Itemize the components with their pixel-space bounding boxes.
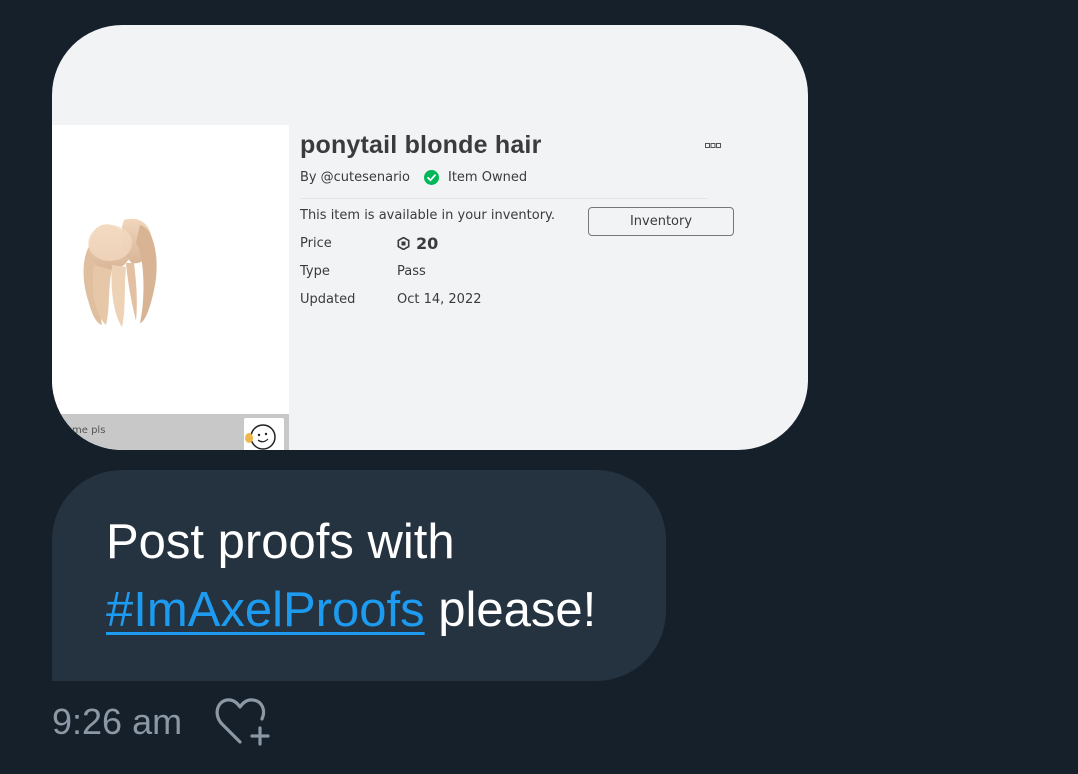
owned-label: Item Owned (448, 170, 528, 185)
inventory-button[interactable]: Inventory (588, 207, 734, 236)
robux-icon (397, 237, 410, 250)
message-line-1: Post proofs with (106, 515, 455, 569)
hashtag-link[interactable]: #ImAxelProofs (106, 583, 425, 637)
smiley-sticker-icon (244, 418, 284, 450)
creator-byline: By @cutesenario Item Owned (300, 170, 527, 185)
attached-image[interactable]: me pls ponytail blonde hair By @cutesena… (52, 25, 808, 450)
type-value: Pass (397, 264, 426, 279)
updated-value: Oct 14, 2022 (397, 292, 482, 307)
message-bubble: Post proofs with #ImAxelProofs please! (52, 470, 666, 681)
creator-link[interactable]: @cutesenario (321, 170, 410, 185)
price-amount: 20 (416, 234, 439, 253)
item-title: ponytail blonde hair (300, 131, 542, 159)
add-reaction-heart-icon[interactable] (212, 694, 274, 750)
type-label: Type (300, 264, 330, 279)
updated-label: Updated (300, 292, 356, 307)
message-timestamp: 9:26 am (52, 701, 183, 742)
owned-check-icon (424, 170, 439, 185)
thumbnail-caption: me pls (72, 425, 106, 436)
item-thumbnail: me pls (52, 125, 289, 450)
thumbnail-footer: me pls (52, 414, 289, 450)
price-label: Price (300, 236, 332, 251)
more-options-icon[interactable] (705, 142, 721, 150)
price-value: 20 (397, 234, 438, 253)
ponytail-hair-image (83, 218, 157, 327)
message-line-2-rest: please! (424, 583, 597, 637)
divider (300, 198, 708, 199)
by-prefix: By (300, 170, 317, 185)
message-line-2: #ImAxelProofs please! (106, 582, 596, 638)
availability-text: This item is available in your inventory… (300, 208, 556, 223)
